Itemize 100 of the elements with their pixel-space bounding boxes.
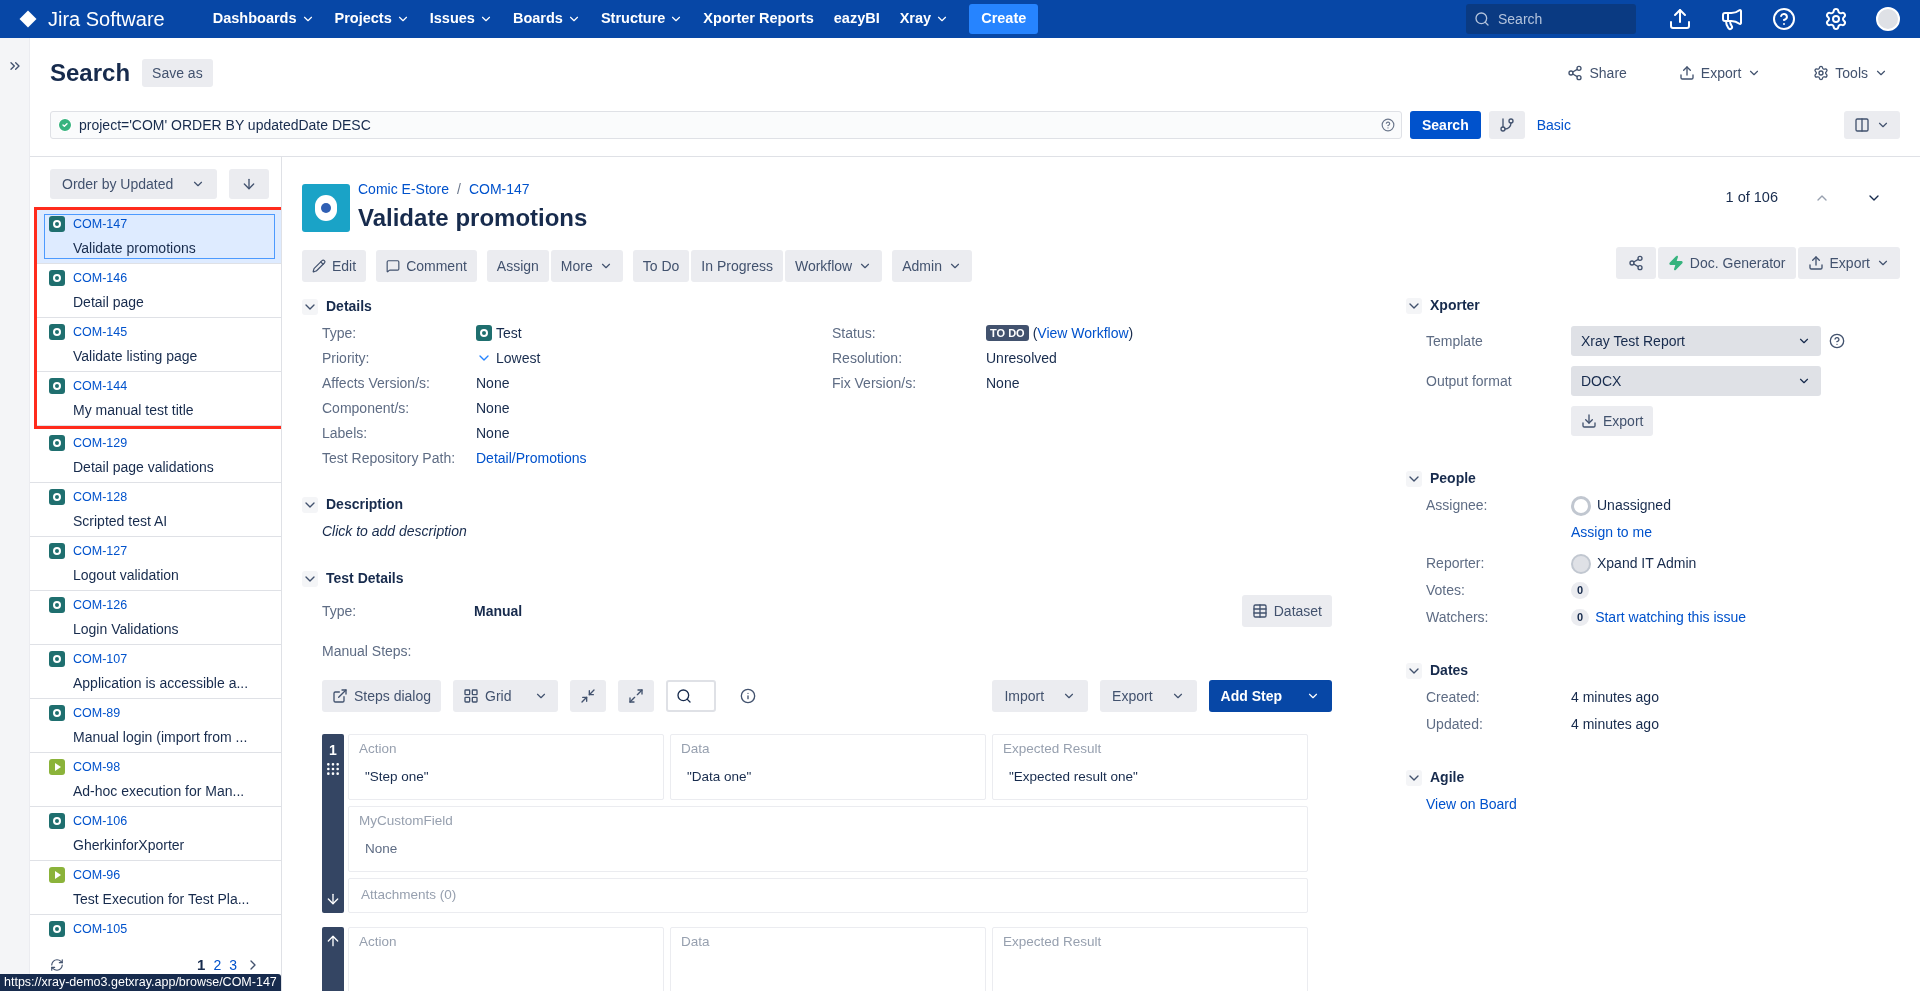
import-button[interactable]: Import bbox=[992, 680, 1089, 712]
layout-button[interactable] bbox=[1844, 111, 1900, 139]
dataset-button[interactable]: Dataset bbox=[1241, 595, 1332, 627]
start-watching-link[interactable]: Start watching this issue bbox=[1595, 607, 1747, 628]
issue-list-item[interactable]: COM-145 Validate listing page bbox=[37, 318, 281, 372]
issue-list-item[interactable]: COM-98 Ad-hoc execution for Man... bbox=[30, 753, 281, 807]
save-as-button[interactable]: Save as bbox=[142, 59, 213, 87]
nav-menu[interactable]: Structure bbox=[592, 4, 692, 34]
step-search-field[interactable] bbox=[665, 680, 716, 712]
avatar[interactable] bbox=[1876, 7, 1900, 31]
collapse-icon[interactable] bbox=[1406, 470, 1422, 487]
share-button[interactable] bbox=[1615, 247, 1656, 279]
action-button[interactable]: In Progress bbox=[691, 250, 783, 282]
issue-list-item[interactable]: COM-144 My manual test title bbox=[37, 372, 281, 426]
megaphone-icon[interactable] bbox=[1720, 7, 1744, 31]
grid-view-button[interactable]: Grid bbox=[453, 680, 558, 712]
help-icon[interactable] bbox=[1829, 333, 1845, 349]
export-button[interactable]: Export bbox=[1666, 62, 1774, 84]
settings-icon[interactable] bbox=[1824, 7, 1848, 31]
nav-menu[interactable]: eazyBI bbox=[825, 4, 888, 34]
issue-key[interactable]: COM-127 bbox=[73, 542, 128, 561]
step-handle[interactable] bbox=[322, 927, 344, 991]
issue-key[interactable]: COM-106 bbox=[73, 812, 128, 831]
structure-button[interactable] bbox=[1488, 111, 1525, 139]
issue-key[interactable]: COM-96 bbox=[73, 866, 121, 885]
step-field[interactable]: Data "Data one" bbox=[670, 734, 986, 800]
page-link[interactable]: 2 bbox=[213, 954, 222, 976]
issue-list-item[interactable]: COM-107 Application is accessible a... bbox=[30, 645, 281, 699]
refresh-icon[interactable] bbox=[50, 958, 64, 972]
custom-field[interactable]: MyCustomField None bbox=[348, 806, 1308, 872]
export-button[interactable]: Export bbox=[1571, 406, 1654, 436]
step-field[interactable]: Expected Result "Expected result one" bbox=[992, 734, 1308, 800]
create-button[interactable]: Create bbox=[969, 4, 1039, 34]
issue-list-item[interactable]: COM-146 Detail page bbox=[37, 264, 281, 318]
sort-direction-button[interactable] bbox=[229, 169, 270, 199]
nav-menu[interactable]: Projects bbox=[326, 4, 418, 34]
nav-menu[interactable]: Xray bbox=[891, 4, 958, 34]
project-link[interactable]: Comic E-Store bbox=[358, 179, 450, 200]
action-button[interactable]: To Do bbox=[632, 250, 690, 282]
action-button[interactable]: Workflow bbox=[784, 250, 883, 282]
template-select[interactable]: Xray Test Report bbox=[1571, 326, 1821, 356]
issue-list-item[interactable]: COM-96 Test Execution for Test Pla... bbox=[30, 861, 281, 915]
issue-key[interactable]: COM-105 bbox=[73, 920, 128, 939]
issue-key[interactable]: COM-145 bbox=[73, 323, 128, 342]
basic-link[interactable]: Basic bbox=[1536, 114, 1571, 136]
export-button[interactable]: Export bbox=[1797, 247, 1900, 279]
issue-list-item[interactable]: COM-105 bbox=[30, 915, 281, 953]
issue-list-item[interactable]: COM-106 GherkinforXporter bbox=[30, 807, 281, 861]
action-button[interactable]: Comment bbox=[376, 250, 477, 282]
issue-key[interactable]: COM-128 bbox=[73, 488, 128, 507]
logo-text[interactable]: Jira Software bbox=[48, 4, 165, 34]
step-handle[interactable]: 1 bbox=[322, 734, 344, 913]
issue-list-item[interactable]: COM-89 Manual login (import from ... bbox=[30, 699, 281, 753]
issue-list-item[interactable]: COM-129 Detail page validations bbox=[30, 429, 281, 483]
page-link[interactable]: 3 bbox=[229, 954, 237, 976]
action-button[interactable]: Admin bbox=[892, 250, 972, 282]
share-button[interactable]: Share bbox=[1555, 62, 1639, 84]
repository-path-link[interactable]: Detail/Promotions bbox=[476, 447, 587, 469]
export-button[interactable]: Export bbox=[1100, 680, 1197, 712]
view-on-board-link[interactable]: View on Board bbox=[1406, 794, 1900, 815]
order-dropdown[interactable]: Order by Updated bbox=[50, 169, 218, 199]
collapse-icon[interactable] bbox=[302, 298, 318, 315]
doc-generator-button[interactable]: Doc. Generator bbox=[1657, 247, 1796, 279]
issue-list-item[interactable]: COM-128 Scripted test AI bbox=[30, 483, 281, 537]
query-field[interactable]: project='COM' ORDER BY updatedDate DESC bbox=[50, 111, 1402, 139]
action-button[interactable]: Edit bbox=[302, 250, 367, 282]
issue-key[interactable]: COM-107 bbox=[73, 650, 128, 669]
description-placeholder[interactable]: Click to add description bbox=[302, 521, 1342, 542]
nav-menu[interactable]: Xporter Reports bbox=[695, 4, 822, 34]
add-step-button[interactable]: Add Step bbox=[1208, 680, 1332, 712]
action-button[interactable]: Assign bbox=[486, 250, 549, 282]
nav-menu[interactable]: Dashboards bbox=[204, 4, 323, 34]
tools-button[interactable]: Tools bbox=[1801, 62, 1900, 84]
collapse-button[interactable] bbox=[569, 680, 606, 712]
action-button[interactable]: More bbox=[550, 250, 623, 282]
collapse-icon[interactable] bbox=[1406, 297, 1422, 314]
issue-key[interactable]: COM-146 bbox=[73, 269, 128, 288]
issue-list-item[interactable]: COM-147 Validate promotions bbox=[37, 210, 281, 264]
collapse-icon[interactable] bbox=[302, 570, 318, 587]
issue-key[interactable]: COM-129 bbox=[73, 434, 128, 453]
issue-list-item[interactable]: COM-126 Login Validations bbox=[30, 591, 281, 645]
expand-button[interactable] bbox=[617, 680, 654, 712]
issue-key[interactable]: COM-144 bbox=[73, 377, 128, 396]
search-button[interactable]: Search bbox=[1410, 111, 1481, 139]
steps-dialog-button[interactable]: Steps dialog bbox=[322, 680, 442, 712]
format-select[interactable]: DOCX bbox=[1571, 366, 1821, 396]
view-workflow-link[interactable]: View Workflow bbox=[1037, 322, 1129, 344]
issue-key[interactable]: COM-89 bbox=[73, 704, 121, 723]
info-icon[interactable] bbox=[739, 688, 756, 704]
issue-key[interactable]: COM-147 bbox=[73, 215, 128, 234]
issue-list-item[interactable]: COM-127 Logout validation bbox=[30, 537, 281, 591]
page-link[interactable]: 1 bbox=[197, 953, 206, 977]
nav-menu[interactable]: Boards bbox=[504, 4, 589, 34]
search-field[interactable]: Search bbox=[1466, 4, 1636, 34]
help-icon[interactable] bbox=[1381, 118, 1395, 132]
issue-key[interactable]: COM-126 bbox=[73, 596, 128, 615]
step-field[interactable]: Action "Step one" bbox=[348, 734, 664, 800]
collapse-icon[interactable] bbox=[1406, 662, 1422, 679]
issue-key-link[interactable]: COM-147 bbox=[468, 179, 530, 200]
collapse-icon[interactable] bbox=[1406, 769, 1422, 786]
